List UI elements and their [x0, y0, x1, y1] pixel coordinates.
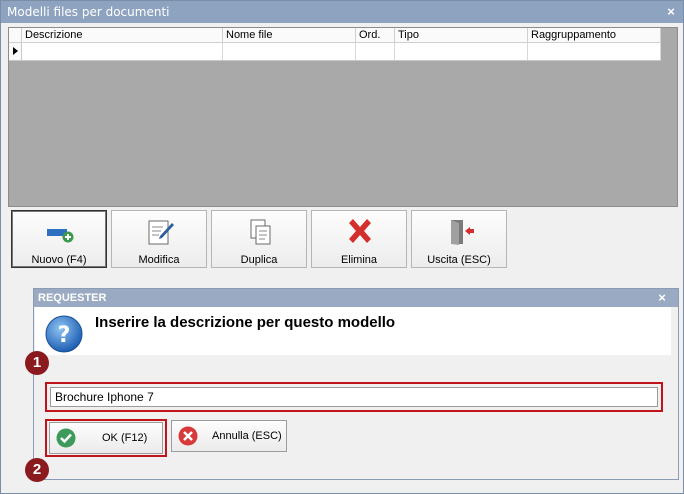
dialog-close-icon[interactable]: ×	[655, 291, 669, 305]
edit-button-label: Modifica	[138, 254, 180, 266]
new-button[interactable]: Nuovo (F4)	[11, 210, 107, 268]
input-highlight: Brochure Iphone 7	[45, 382, 663, 412]
dialog-title: REQUESTER	[38, 292, 107, 304]
check-icon	[56, 428, 76, 448]
cell-ord[interactable]	[356, 43, 395, 60]
col-raggruppamento[interactable]: Raggruppamento	[528, 28, 661, 43]
delete-button-label: Elimina	[340, 254, 378, 266]
annotation-badge-1: 1	[25, 351, 49, 375]
main-window: Modelli files per documenti × Descrizion…	[0, 0, 684, 494]
exit-button-label: Uscita (ESC)	[427, 254, 491, 266]
row-indicator-icon	[9, 43, 22, 60]
ok-button-label: OK (F12)	[102, 432, 148, 444]
requester-dialog: REQUESTER × ? Inserire la descrizione pe…	[33, 288, 679, 480]
window-titlebar: Modelli files per documenti ×	[1, 1, 683, 23]
edit-pencil-icon	[148, 220, 174, 245]
cancel-button-label: Annulla (ESC)	[212, 430, 282, 442]
edit-button[interactable]: Modifica	[111, 210, 207, 268]
cancel-button[interactable]: Annulla (ESC)	[171, 420, 287, 452]
cell-raggruppamento[interactable]	[528, 43, 661, 60]
col-descrizione[interactable]: Descrizione	[22, 28, 223, 43]
documents-grid[interactable]: Descrizione Nome file Ord. Tipo Raggrupp…	[8, 27, 678, 207]
new-button-label: Nuovo (F4)	[31, 254, 87, 266]
grid-header: Descrizione Nome file Ord. Tipo Raggrupp…	[9, 28, 661, 43]
annotation-badge-2: 2	[25, 458, 49, 482]
table-row[interactable]	[9, 43, 661, 61]
description-input[interactable]: Brochure Iphone 7	[50, 387, 658, 407]
cancel-x-icon	[178, 426, 198, 446]
duplicate-icon	[250, 219, 271, 245]
ok-highlight: OK (F12)	[45, 419, 167, 457]
delete-x-icon	[349, 219, 371, 243]
exit-door-icon	[451, 220, 474, 245]
new-plus-icon	[47, 229, 74, 243]
col-ord[interactable]: Ord.	[356, 28, 395, 43]
svg-text:?: ?	[58, 323, 71, 348]
dialog-message: Inserire la descrizione per questo model…	[95, 314, 396, 331]
window-title: Modelli files per documenti	[7, 5, 170, 19]
duplicate-button[interactable]: Duplica	[211, 210, 307, 268]
message-area: ? Inserire la descrizione per questo mod…	[35, 307, 671, 355]
col-tipo[interactable]: Tipo	[395, 28, 528, 43]
cell-descrizione[interactable]	[22, 43, 223, 60]
duplicate-button-label: Duplica	[240, 254, 278, 266]
question-icon: ?	[45, 315, 83, 353]
delete-button[interactable]: Elimina	[311, 210, 407, 268]
ok-button[interactable]: OK (F12)	[49, 422, 163, 454]
grid-corner	[9, 28, 22, 43]
dialog-titlebar: REQUESTER ×	[34, 289, 678, 307]
col-nome-file[interactable]: Nome file	[223, 28, 356, 43]
close-icon[interactable]: ×	[664, 5, 678, 19]
cell-tipo[interactable]	[395, 43, 528, 60]
cell-nome-file[interactable]	[223, 43, 356, 60]
exit-button[interactable]: Uscita (ESC)	[411, 210, 507, 268]
